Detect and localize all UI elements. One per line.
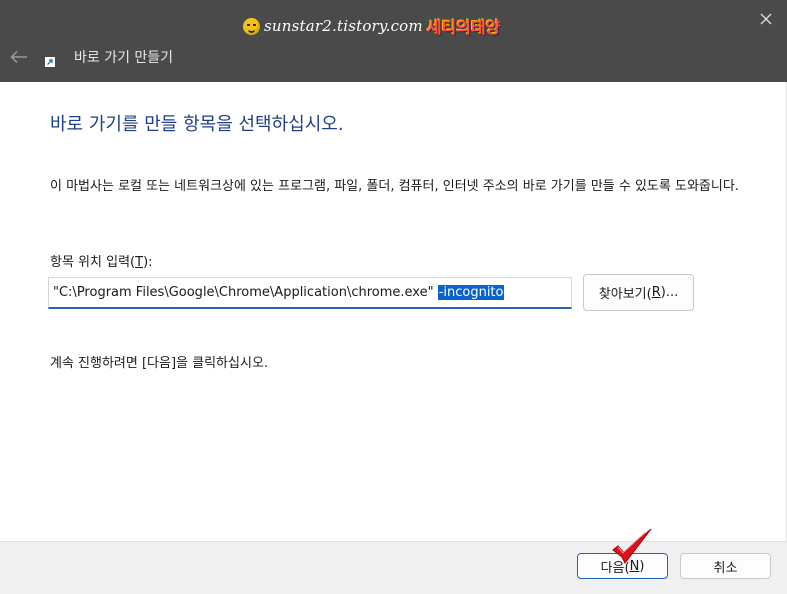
wizard-description: 이 마법사는 로컬 또는 네트워크상에 있는 프로그램, 파일, 폴더, 컴퓨터… xyxy=(50,179,739,194)
window-title: 바로 가기 만들기 xyxy=(74,50,174,66)
location-label: 항목 위치 입력(T): xyxy=(50,251,153,270)
location-input-selection: -incognito xyxy=(437,285,505,300)
next-label-accesskey: N xyxy=(629,558,640,574)
next-label-suffix: ) xyxy=(639,558,645,574)
smiley-face-icon xyxy=(243,17,260,35)
watermark-brand: 세티의태양 xyxy=(426,18,501,37)
footer-bar xyxy=(0,541,787,594)
browse-label-suffix: )... xyxy=(660,285,679,300)
browse-label-prefix: 찾아보기( xyxy=(598,287,652,302)
location-label-accesskey: T xyxy=(135,255,144,270)
location-input[interactable]: "C:\Program Files\Google\Chrome\Applicat… xyxy=(48,277,572,309)
close-button[interactable] xyxy=(745,0,787,38)
browse-label-accesskey: R xyxy=(651,285,661,300)
close-icon xyxy=(760,13,772,25)
next-button[interactable]: 다음(N) xyxy=(577,553,668,579)
location-label-prefix: 항목 위치 입력( xyxy=(50,255,136,270)
cancel-button[interactable]: 취소 xyxy=(680,553,771,579)
location-label-suffix: ): xyxy=(143,255,153,270)
watermark: sunstar2.tistory.com 세티의태양 xyxy=(243,12,500,40)
location-input-text: "C:\Program Files\Google\Chrome\Applicat… xyxy=(53,285,438,300)
watermark-url: sunstar2.tistory.com xyxy=(264,17,423,35)
arrow-left-icon xyxy=(10,50,27,64)
title-bar: sunstar2.tistory.com 세티의태양 바로 가기 만들기 xyxy=(0,0,787,82)
continue-instruction: 계속 진행하려면 [다음]을 클릭하십시오. xyxy=(50,356,269,371)
browse-button[interactable]: 찾아보기(R)... xyxy=(583,274,694,311)
create-shortcut-window: sunstar2.tistory.com 세티의태양 바로 가기 만들기 바로 … xyxy=(0,0,787,594)
back-button[interactable] xyxy=(6,44,32,70)
cancel-label: 취소 xyxy=(713,560,738,576)
next-label-prefix: 다음( xyxy=(600,560,630,576)
page-heading: 바로 가기를 만들 항목을 선택하십시오. xyxy=(50,114,344,135)
shortcut-arrow-icon xyxy=(45,57,55,67)
